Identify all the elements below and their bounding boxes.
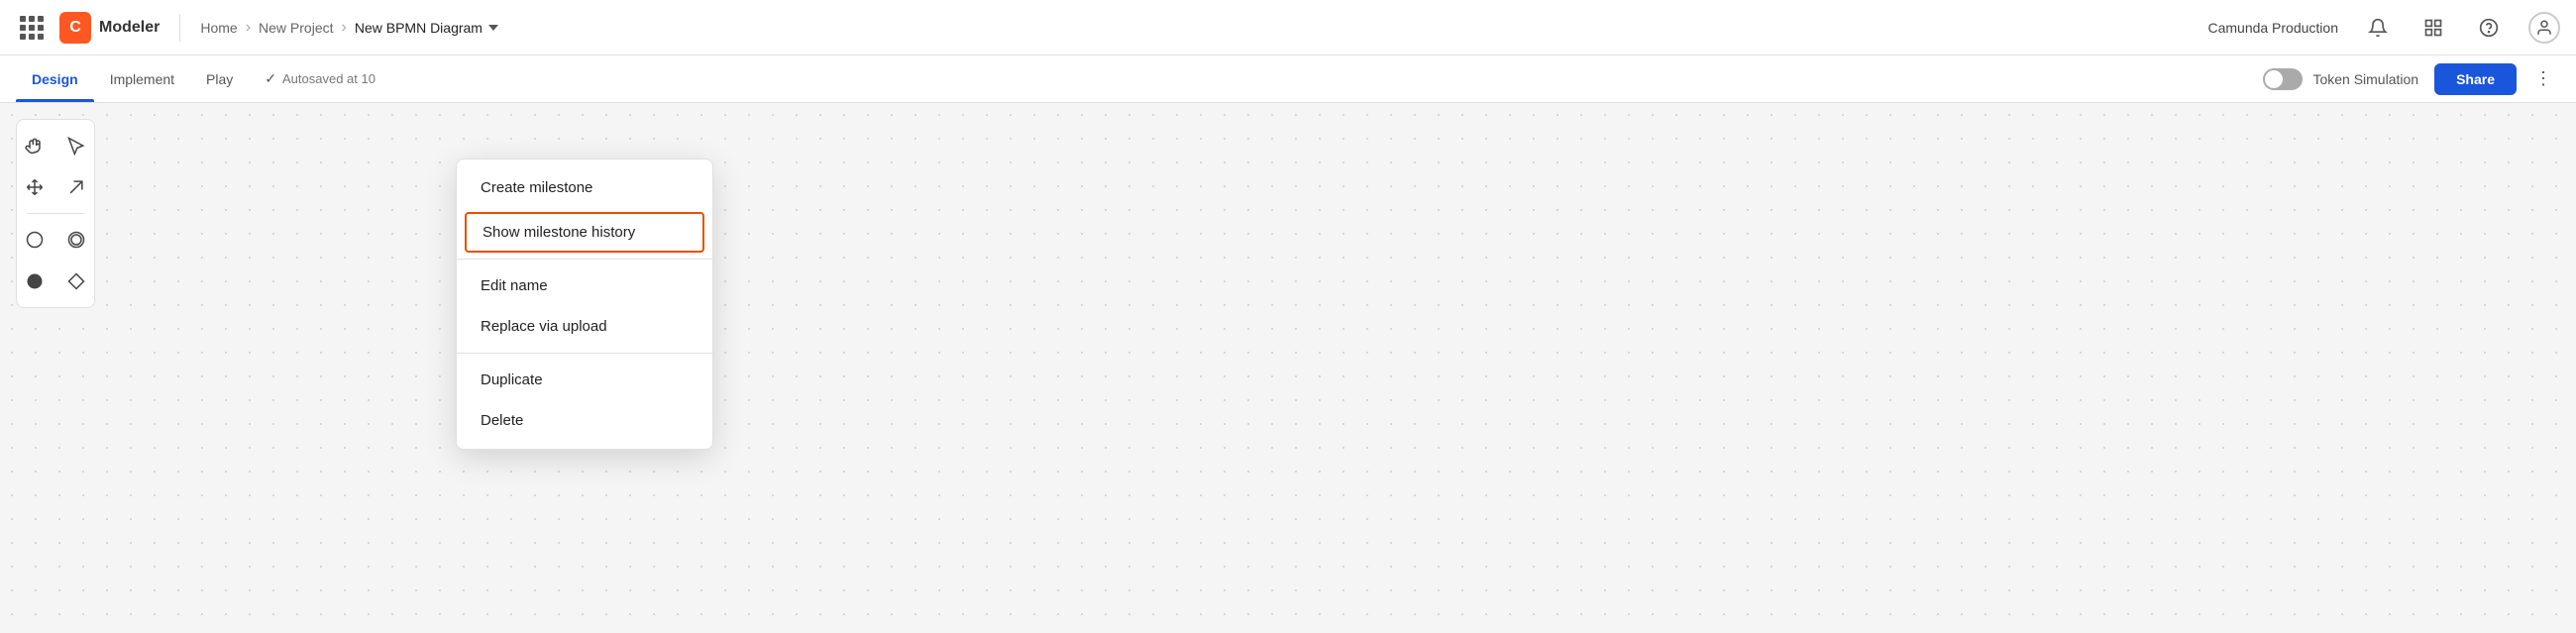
toolbar-divider xyxy=(27,213,84,214)
hand-tool-button[interactable] xyxy=(17,128,53,163)
edit-name-item[interactable]: Edit name xyxy=(457,265,712,306)
env-label: Camunda Production xyxy=(2207,20,2338,36)
tool-row-2 xyxy=(17,169,94,205)
arrow-tool-button[interactable] xyxy=(58,169,94,205)
tab-bar: Design Implement Play ✓ Autosaved at 10 … xyxy=(0,55,2576,103)
breadcrumb-home[interactable]: Home xyxy=(200,20,237,36)
breadcrumb-current-label: New BPMN Diagram xyxy=(355,20,483,36)
tab-play-label: Play xyxy=(206,71,233,87)
breadcrumb-project[interactable]: New Project xyxy=(259,20,333,36)
show-milestone-history-label: Show milestone history xyxy=(483,224,635,241)
top-nav-bar: C Modeler Home › New Project › New BPMN … xyxy=(0,0,2576,55)
token-simulation-toggle-area: Token Simulation xyxy=(2263,68,2418,90)
grid-menu-icon[interactable] xyxy=(16,12,48,44)
avatar-icon[interactable] xyxy=(2528,12,2560,44)
tool-row-3 xyxy=(17,222,94,258)
replace-via-upload-item[interactable]: Replace via upload xyxy=(457,306,712,347)
select-tool-button[interactable] xyxy=(58,128,94,163)
app-name: Modeler xyxy=(99,19,160,37)
tab-implement-label: Implement xyxy=(110,71,174,87)
tab-play[interactable]: Play xyxy=(190,55,249,102)
tool-panel xyxy=(16,119,95,308)
create-milestone-item[interactable]: Create milestone xyxy=(457,167,712,208)
diagram-dropdown-menu: Create milestone Show milestone history … xyxy=(456,158,713,450)
breadcrumb-current[interactable]: New BPMN Diagram xyxy=(355,20,498,36)
canvas-area: Create milestone Show milestone history … xyxy=(0,103,2576,633)
more-options-icon[interactable]: ⋮ xyxy=(2526,64,2560,93)
breadcrumb-sep-2: › xyxy=(342,19,347,37)
filled-circle-tool-button[interactable] xyxy=(17,264,53,299)
share-button[interactable]: Share xyxy=(2434,63,2517,95)
bell-icon[interactable] xyxy=(2362,12,2394,44)
delete-label: Delete xyxy=(481,412,523,429)
breadcrumb: Home › New Project › New BPMN Diagram xyxy=(200,19,498,37)
tool-row-1 xyxy=(17,128,94,163)
checkmark-icon: ✓ xyxy=(265,70,276,87)
duplicate-label: Duplicate xyxy=(481,371,543,388)
edit-name-label: Edit name xyxy=(481,277,548,294)
menu-divider-1 xyxy=(457,259,712,260)
menu-divider-2 xyxy=(457,353,712,354)
autosave-text: Autosaved at 10 xyxy=(282,71,376,86)
tool-row-4 xyxy=(17,264,94,299)
autosave-status: ✓ Autosaved at 10 xyxy=(265,70,376,87)
logo-letter: C xyxy=(69,19,81,37)
tab-implement[interactable]: Implement xyxy=(94,55,190,102)
pan-tool-button[interactable] xyxy=(17,169,53,205)
token-simulation-toggle[interactable] xyxy=(2263,68,2303,90)
breadcrumb-sep-1: › xyxy=(246,19,251,37)
tab-design-label: Design xyxy=(32,71,78,87)
token-simulation-label: Token Simulation xyxy=(2312,71,2418,87)
double-circle-tool-button[interactable] xyxy=(58,222,94,258)
replace-via-upload-label: Replace via upload xyxy=(481,318,607,335)
delete-item[interactable]: Delete xyxy=(457,400,712,441)
tab-design[interactable]: Design xyxy=(16,55,94,102)
create-milestone-label: Create milestone xyxy=(481,179,592,196)
toggle-knob xyxy=(2265,70,2283,88)
logo-box: C xyxy=(59,12,91,44)
nav-divider xyxy=(179,14,180,42)
nav-right: Camunda Production xyxy=(2207,12,2560,44)
diamond-tool-button[interactable] xyxy=(58,264,94,299)
help-icon[interactable] xyxy=(2473,12,2505,44)
show-milestone-history-item[interactable]: Show milestone history xyxy=(465,212,704,253)
circle-tool-button[interactable] xyxy=(17,222,53,258)
duplicate-item[interactable]: Duplicate xyxy=(457,360,712,400)
building-icon[interactable] xyxy=(2417,12,2449,44)
chevron-down-icon xyxy=(488,25,498,31)
